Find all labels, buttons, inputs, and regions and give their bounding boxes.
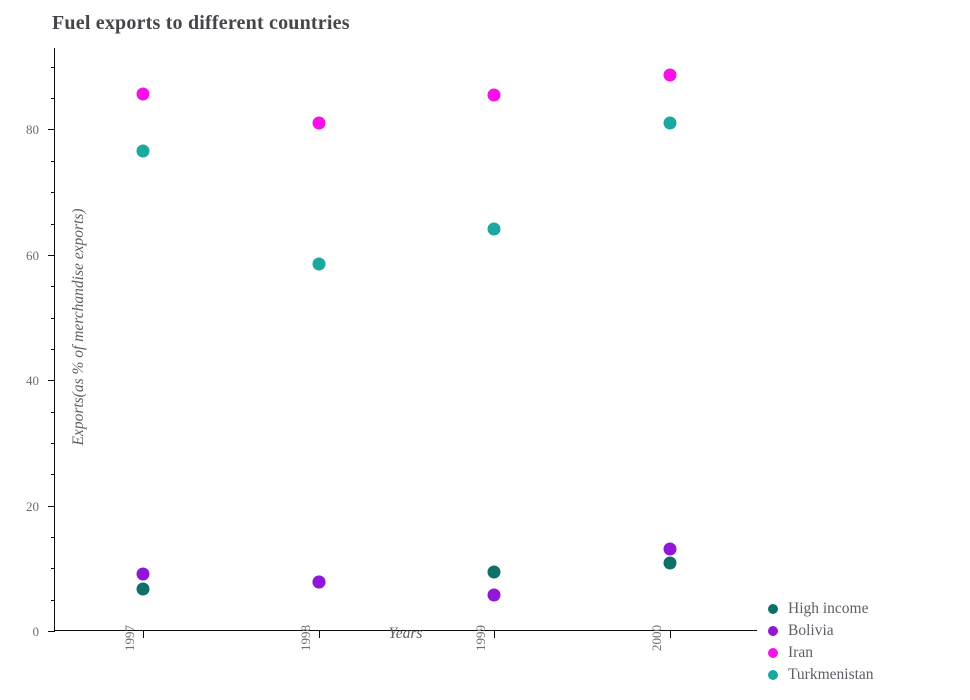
page-title: Fuel exports to different countries	[52, 12, 350, 34]
legend-swatch-icon	[768, 625, 778, 636]
legend-item-high-income[interactable]: High income	[768, 599, 874, 617]
data-point	[487, 588, 501, 602]
data-point	[312, 575, 326, 589]
y-tick-major: 40	[26, 373, 55, 388]
y-tick-minor	[50, 348, 55, 350]
y-tick-label: 60	[26, 247, 39, 263]
data-point	[663, 68, 677, 82]
data-point	[136, 582, 150, 596]
y-tick-minor	[50, 286, 55, 288]
y-tick-minor	[50, 317, 55, 319]
y-tick-major: 80	[26, 122, 55, 137]
legend-label: High income	[788, 599, 869, 617]
y-tick-minor	[50, 66, 55, 68]
legend-label: Iran	[788, 643, 813, 661]
y-tick-minor	[50, 599, 55, 601]
y-tick-label: 20	[26, 498, 39, 514]
legend-swatch-icon	[768, 603, 778, 614]
legend-label: Bolivia	[788, 621, 834, 639]
y-tick-minor	[50, 160, 55, 162]
legend: High income Bolivia Iran Turkmenistan	[768, 599, 874, 683]
data-point	[312, 257, 326, 271]
y-tick-label: 40	[26, 373, 39, 389]
y-tick-minor	[50, 98, 55, 100]
data-point	[663, 556, 677, 570]
data-point	[312, 116, 326, 130]
data-point	[136, 87, 150, 101]
plot-area: Exports(as % of merchandise exports) 0 20…	[26, 48, 757, 651]
legend-item-turkmenistan[interactable]: Turkmenistan	[768, 665, 874, 683]
y-tick-label: 80	[26, 122, 39, 138]
y-tick-minor	[50, 223, 55, 225]
x-axis-title: Years	[388, 625, 423, 642]
legend-item-iran[interactable]: Iran	[768, 643, 874, 661]
y-tick-minor	[50, 442, 55, 444]
y-tick-minor	[50, 536, 55, 538]
data-point	[487, 222, 501, 236]
y-tick-major: 60	[26, 248, 55, 263]
y-tick-major: 20	[26, 499, 55, 514]
data-point	[663, 116, 677, 130]
chart-root: Fuel exports to different countries Expo…	[0, 0, 970, 700]
legend-item-bolivia[interactable]: Bolivia	[768, 621, 874, 639]
data-point	[487, 88, 501, 102]
legend-swatch-icon	[768, 669, 778, 680]
y-tick-minor	[50, 192, 55, 194]
legend-label: Turkmenistan	[788, 665, 874, 683]
y-tick-minor	[50, 411, 55, 413]
y-axis-title: Exports(as % of merchandise exports)	[70, 208, 87, 446]
data-point	[663, 542, 677, 556]
y-tick-minor	[50, 568, 55, 570]
data-point	[136, 144, 150, 158]
legend-swatch-icon	[768, 647, 778, 658]
y-tick-label: 0	[32, 624, 40, 639]
data-point	[136, 567, 150, 581]
y-tick-minor	[50, 474, 55, 476]
data-point	[487, 565, 501, 579]
